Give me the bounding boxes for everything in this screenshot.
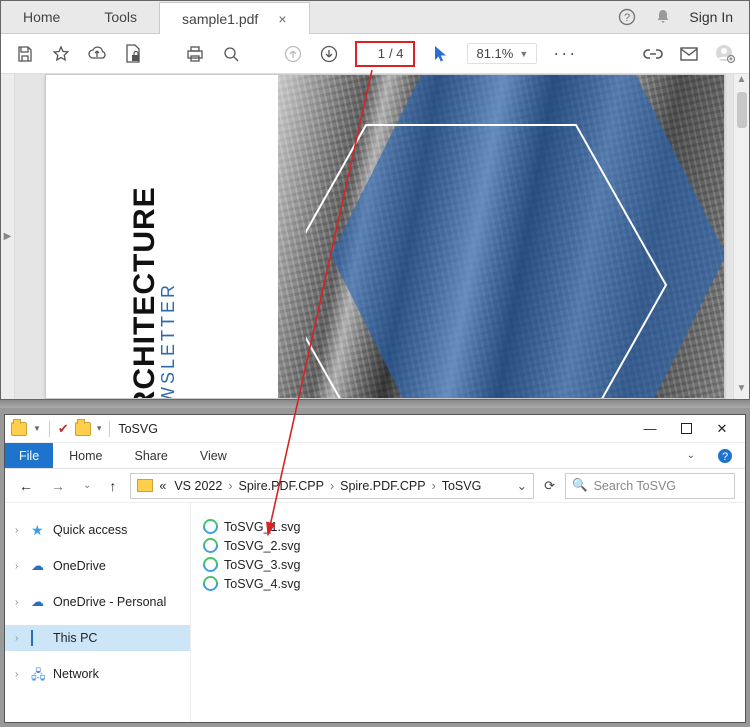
nav-network[interactable]: ›🖧Network	[5, 661, 190, 687]
pdf-tab-bar: Home Tools sample1.pdf × ? Sign In	[1, 1, 749, 34]
star-icon[interactable]	[51, 44, 71, 64]
scrollbar-thumb[interactable]	[737, 92, 747, 128]
file-list[interactable]: ToSVG_1.svg ToSVG_2.svg ToSVG_3.svg ToSV…	[191, 503, 745, 722]
tab-document-label: sample1.pdf	[182, 11, 258, 27]
svg-text:?: ?	[722, 451, 728, 463]
search-icon[interactable]	[221, 44, 241, 64]
page-current[interactable]: 1	[367, 46, 389, 61]
maximize-button[interactable]	[679, 421, 693, 437]
crumb-2[interactable]: Spire.PDF.CPP	[338, 479, 427, 493]
page-title: ARCHITECTURE	[128, 186, 162, 399]
window-title: ToSVG	[118, 422, 158, 436]
nav-onedrive[interactable]: ›☁OneDrive	[5, 553, 190, 579]
nav-this-pc[interactable]: ›This PC	[5, 625, 190, 651]
print-icon[interactable]	[185, 44, 205, 64]
page-indicator[interactable]: 1 / 4	[355, 41, 415, 67]
edge-icon	[200, 573, 221, 594]
nav-quick-access[interactable]: ›★Quick access	[5, 517, 190, 543]
profile-icon[interactable]	[715, 44, 735, 64]
edge-icon	[200, 535, 221, 556]
page-sep: /	[389, 46, 396, 61]
link-icon[interactable]	[643, 44, 663, 64]
crumb-1[interactable]: Spire.PDF.CPP	[236, 479, 325, 493]
zoom-value: 81.1%	[476, 46, 513, 61]
explorer-titlebar: ▼ ✔ ▾ ToSVG — ✕	[5, 415, 745, 443]
search-input[interactable]: 🔍 Search ToSVG	[565, 473, 735, 499]
zoom-control[interactable]: 81.1% ▼	[467, 43, 537, 64]
tab-home[interactable]: Home	[1, 1, 82, 33]
sign-in-button[interactable]: Sign In	[689, 9, 733, 25]
edge-icon	[200, 516, 221, 537]
page-down-icon[interactable]	[319, 44, 339, 64]
up-button[interactable]: ↑	[105, 478, 120, 494]
breadcrumb-prefix: «	[157, 479, 168, 493]
page-total: 4	[396, 46, 403, 61]
save-icon[interactable]	[15, 44, 35, 64]
help-icon[interactable]: ?	[617, 7, 637, 27]
file-item[interactable]: ToSVG_1.svg	[203, 517, 733, 536]
forward-button[interactable]: →	[47, 478, 69, 494]
tab-tools[interactable]: Tools	[82, 1, 159, 33]
chevron-down-icon[interactable]: ▼	[519, 49, 528, 59]
chevron-down-icon[interactable]: ⌄	[517, 478, 527, 493]
edge-icon	[200, 554, 221, 575]
crumb-3[interactable]: ToSVG	[440, 479, 484, 493]
ribbon-share[interactable]: Share	[119, 443, 184, 468]
folder-icon	[75, 422, 91, 436]
explorer-window: ▼ ✔ ▾ ToSVG — ✕ File Home Share View ⌄ ?…	[4, 414, 746, 723]
help-icon[interactable]: ?	[705, 443, 745, 468]
pdf-toolbar: 1 / 4 81.1% ▼ ···	[1, 34, 749, 74]
back-button[interactable]: ←	[15, 478, 37, 494]
file-lock-icon[interactable]	[123, 44, 143, 64]
breadcrumb[interactable]: « VS 2022› Spire.PDF.CPP› Spire.PDF.CPP›…	[130, 473, 534, 499]
page-subtitle: NEWSLETTER	[158, 282, 179, 399]
ribbon-file[interactable]: File	[5, 443, 53, 468]
tab-document[interactable]: sample1.pdf ×	[159, 2, 309, 34]
file-item[interactable]: ToSVG_2.svg	[203, 536, 733, 555]
close-button[interactable]: ✕	[715, 421, 729, 437]
folder-icon	[11, 422, 27, 436]
hexagon-graphic	[306, 74, 725, 399]
file-item[interactable]: ToSVG_4.svg	[203, 574, 733, 593]
recent-chevron-icon[interactable]: ⌄	[79, 480, 95, 491]
refresh-icon[interactable]: ⟳	[544, 478, 555, 494]
pdf-page[interactable]: ARCHITECTURE NEWSLETTER	[45, 74, 725, 399]
qat-chevron-icon[interactable]: ▼	[33, 424, 41, 433]
search-icon: 🔍	[572, 478, 588, 493]
pdf-viewport: ▶ ARCHITECTURE NEWSLETTER ▲ ▼	[1, 74, 749, 399]
side-panel-toggle[interactable]: ▶	[1, 74, 15, 399]
ribbon-home[interactable]: Home	[53, 443, 118, 468]
ribbon: File Home Share View ⌄ ?	[5, 443, 745, 469]
ribbon-expand-icon[interactable]: ⌄	[687, 443, 705, 468]
file-item[interactable]: ToSVG_3.svg	[203, 555, 733, 574]
folder-icon	[137, 479, 153, 492]
nav-onedrive-personal[interactable]: ›☁OneDrive - Personal	[5, 589, 190, 615]
qat-check-icon[interactable]: ✔	[58, 421, 69, 437]
qat-chevron-icon[interactable]: ▾	[97, 423, 102, 434]
cloud-upload-icon[interactable]	[87, 44, 107, 64]
nav-pane: ›★Quick access ›☁OneDrive ›☁OneDrive - P…	[5, 503, 191, 722]
address-bar-row: ← → ⌄ ↑ « VS 2022› Spire.PDF.CPP› Spire.…	[5, 469, 745, 503]
svg-text:?: ?	[624, 12, 630, 24]
minimize-button[interactable]: —	[643, 421, 657, 437]
ribbon-view[interactable]: View	[184, 443, 243, 468]
search-placeholder: Search ToSVG	[594, 479, 676, 493]
crumb-0[interactable]: VS 2022	[172, 479, 224, 493]
more-icon[interactable]: ···	[553, 43, 577, 64]
bell-icon[interactable]	[653, 7, 673, 27]
page-up-icon[interactable]	[283, 44, 303, 64]
scrollbar[interactable]: ▲ ▼	[733, 74, 749, 399]
mail-icon[interactable]	[679, 44, 699, 64]
close-icon[interactable]: ×	[278, 11, 286, 27]
pdf-viewer-window: Home Tools sample1.pdf × ? Sign In 1 / 4…	[0, 0, 750, 400]
cursor-icon[interactable]	[431, 44, 451, 64]
